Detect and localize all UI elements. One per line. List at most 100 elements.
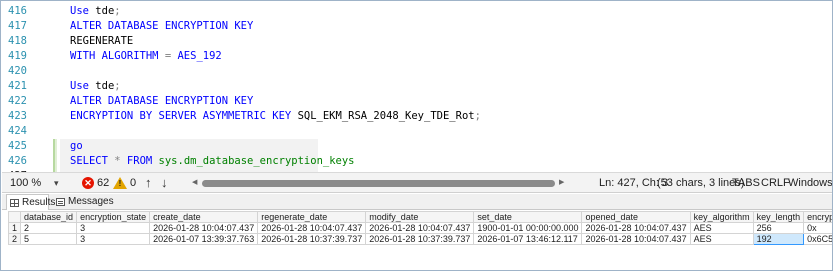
line-number: 420 bbox=[8, 65, 27, 77]
zoom-dropdown-icon[interactable]: ▾ bbox=[54, 173, 59, 193]
horizontal-scrollbar[interactable] bbox=[202, 180, 555, 187]
results-tab-bar: Results Messages bbox=[2, 194, 832, 210]
code-token: SQL_EKM_RSA_2048_Key_TDE_Rot bbox=[297, 110, 475, 122]
line-number: 416 bbox=[8, 5, 27, 17]
grid-cell-encryption-state[interactable]: 3 bbox=[76, 222, 151, 234]
line-number: 422 bbox=[8, 95, 27, 107]
column-header[interactable]: opened_date bbox=[581, 211, 691, 223]
grid-cell-database-id[interactable]: 2 bbox=[20, 222, 78, 234]
grid-cell-encryption-state[interactable]: 3 bbox=[76, 233, 151, 245]
grid-cell-opened-date[interactable]: 2026-01-28 10:04:07.437 bbox=[581, 233, 691, 245]
table-row[interactable]: 1 2 3 2026-01-28 10:04:07.437 2026-01-28 10:… bbox=[8, 222, 832, 234]
zoom-level[interactable]: 100 % bbox=[10, 173, 41, 193]
code-line[interactable]: ALTER DATABASE ENCRYPTION KEY bbox=[70, 94, 253, 109]
column-header[interactable]: encryption_state bbox=[76, 211, 151, 223]
column-header[interactable]: key_length bbox=[752, 211, 805, 223]
tab-messages[interactable]: Messages bbox=[54, 194, 114, 210]
change-tracking-bar bbox=[53, 139, 57, 154]
grid-cell-key-length[interactable]: 192 bbox=[752, 233, 805, 245]
grid-cell-encryptor-thumbprint[interactable]: 0x6C5E7DB644B228DCA9F50D59C96CD4438 bbox=[803, 233, 832, 245]
file-encoding[interactable]: Windows 1 bbox=[788, 173, 832, 209]
code-line[interactable]: WITH ALGORITHM = AES_192 bbox=[70, 49, 222, 64]
column-header[interactable]: create_date bbox=[149, 211, 259, 223]
line-number: 426 bbox=[8, 155, 27, 167]
column-header[interactable]: encryptor_thumbprint bbox=[803, 211, 832, 223]
results-table: database_id encryption_state create_date re… bbox=[8, 211, 832, 245]
grid-cell-key-algorithm[interactable]: AES bbox=[689, 222, 754, 234]
line-number: 421 bbox=[8, 80, 27, 92]
indent-mode[interactable]: TABS bbox=[732, 173, 760, 193]
line-number: 418 bbox=[8, 35, 27, 47]
line-number: 417 bbox=[8, 20, 27, 32]
row-number[interactable]: 2 bbox=[8, 233, 22, 245]
code-token: tde bbox=[95, 80, 115, 92]
scroll-left-icon[interactable]: ◀ bbox=[192, 173, 197, 193]
code-line[interactable]: go bbox=[70, 139, 83, 154]
warning-count[interactable]: 0 bbox=[130, 173, 136, 193]
change-tracking-bar bbox=[53, 154, 57, 169]
error-count[interactable]: 62 bbox=[97, 173, 109, 193]
code-token: ; bbox=[114, 80, 121, 92]
row-number[interactable]: 1 bbox=[8, 222, 22, 234]
line-number: 423 bbox=[8, 110, 27, 122]
code-token: Use bbox=[70, 5, 96, 17]
query-editor[interactable]: 416417418419420421422423424425426427428 … bbox=[2, 2, 832, 172]
code-token: FROM bbox=[126, 155, 159, 167]
code-area[interactable]: Use tde; ALTER DATABASE ENCRYPTION KEY REG… bbox=[60, 2, 832, 172]
line-ending[interactable]: CRLF bbox=[761, 173, 790, 193]
tab-results[interactable]: Results bbox=[6, 194, 55, 210]
error-icon[interactable]: ✕ bbox=[82, 177, 94, 189]
code-token: SELECT bbox=[70, 155, 115, 167]
editor-status-bar: 100 % ▾ ✕ 62 ! 0 ↑ ↓ ◀ ▶ Ln: 427, Ch: 3 … bbox=[2, 172, 832, 209]
code-line[interactable]: Use tde; bbox=[70, 4, 121, 19]
grid-cell-key-length[interactable]: 256 bbox=[752, 222, 805, 234]
grid-cell-modify-date[interactable]: 2026-01-28 10:04:07.437 bbox=[365, 222, 475, 234]
grid-cell-modify-date[interactable]: 2026-01-28 10:37:39.737 bbox=[365, 233, 475, 245]
code-line[interactable]: SELECT * FROM sys.dm_database_encryption… bbox=[70, 154, 355, 169]
grid-cell-encryptor-thumbprint[interactable]: 0x bbox=[803, 222, 832, 234]
column-header[interactable]: database_id bbox=[20, 211, 78, 223]
column-header[interactable]: set_date bbox=[473, 211, 583, 223]
code-token: * bbox=[114, 155, 127, 167]
line-number: 419 bbox=[8, 50, 27, 62]
line-number-gutter: 416417418419420421422423424425426427428 bbox=[2, 2, 58, 172]
arrow-up-icon[interactable]: ↑ bbox=[145, 173, 152, 193]
code-line[interactable]: ENCRYPTION BY SERVER ASYMMETRIC KEY SQL_… bbox=[70, 109, 481, 124]
grid-cell-opened-date[interactable]: 2026-01-28 10:04:07.437 bbox=[581, 222, 691, 234]
code-line[interactable]: ALTER DATABASE ENCRYPTION KEY bbox=[70, 19, 253, 34]
grid-cell-regenerate-date[interactable]: 2026-01-28 10:04:07.437 bbox=[257, 222, 367, 234]
grid-cell-create-date[interactable]: 2026-01-28 10:04:07.437 bbox=[149, 222, 259, 234]
ssms-query-window: 416417418419420421422423424425426427428 … bbox=[0, 0, 833, 271]
code-token: tde bbox=[95, 5, 115, 17]
grid-cell-create-date[interactable]: 2026-01-07 13:39:37.763 bbox=[149, 233, 259, 245]
column-header[interactable]: modify_date bbox=[365, 211, 475, 223]
grid-cell-set-date[interactable]: 2026-01-07 13:46:12.117 bbox=[473, 233, 583, 245]
messages-icon bbox=[56, 198, 65, 206]
table-row[interactable]: 2 5 3 2026-01-07 13:39:37.763 2026-01-28 10:… bbox=[8, 233, 832, 245]
tab-messages-label: Messages bbox=[68, 196, 114, 207]
grid-cell-database-id[interactable]: 5 bbox=[20, 233, 78, 245]
code-token: ALTER DATABASE ENCRYPTION KEY bbox=[70, 95, 254, 107]
code-token: Use bbox=[70, 80, 96, 92]
code-token: ; bbox=[114, 5, 121, 17]
horizontal-scrollbar-thumb[interactable] bbox=[202, 180, 555, 187]
code-token: REGENERATE bbox=[70, 35, 134, 47]
results-grid[interactable]: database_id encryption_state create_date re… bbox=[8, 211, 832, 251]
grid-corner-cell[interactable] bbox=[8, 211, 22, 223]
arrow-down-icon[interactable]: ↓ bbox=[161, 173, 168, 193]
column-header[interactable]: regenerate_date bbox=[257, 211, 367, 223]
code-token: ALTER DATABASE ENCRYPTION KEY bbox=[70, 20, 254, 32]
code-line[interactable]: REGENERATE bbox=[70, 34, 133, 49]
code-token: ENCRYPTION BY SERVER ASYMMETRIC KEY bbox=[70, 110, 298, 122]
code-token: ; bbox=[474, 110, 481, 122]
code-token: WITH ALGORITHM bbox=[70, 50, 165, 62]
grid-cell-key-algorithm[interactable]: AES bbox=[689, 233, 754, 245]
line-number: 424 bbox=[8, 125, 27, 137]
code-token: go bbox=[70, 140, 83, 152]
grid-icon bbox=[10, 199, 19, 207]
grid-cell-set-date[interactable]: 1900-01-01 00:00:00.000 bbox=[473, 222, 583, 234]
code-line[interactable]: Use tde; bbox=[70, 79, 121, 94]
column-header[interactable]: key_algorithm bbox=[689, 211, 754, 223]
grid-cell-regenerate-date[interactable]: 2026-01-28 10:37:39.737 bbox=[257, 233, 367, 245]
scroll-right-icon[interactable]: ▶ bbox=[559, 173, 564, 193]
